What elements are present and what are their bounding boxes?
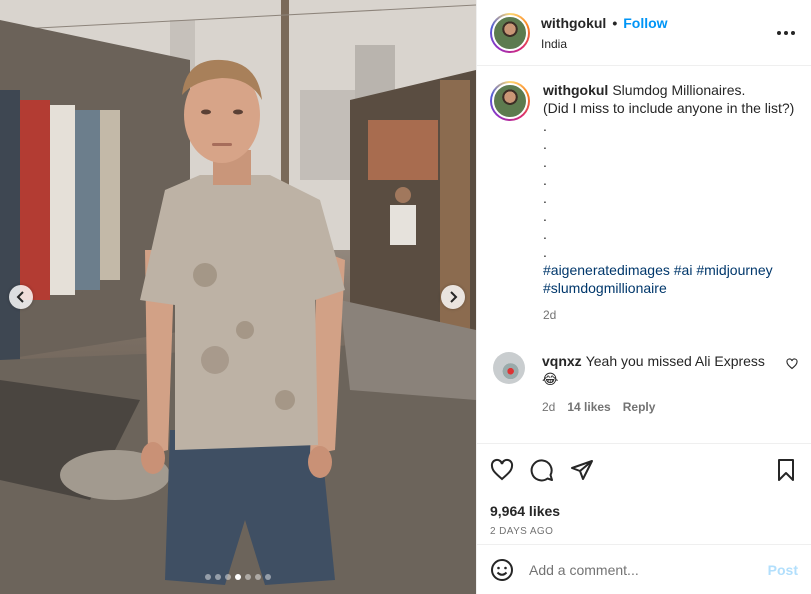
comment-input[interactable] <box>529 561 768 578</box>
post-date: 2 DAYS AGO <box>490 526 554 537</box>
follow-button[interactable]: Follow <box>623 15 667 31</box>
comment-reply-button[interactable]: Reply <box>623 398 656 416</box>
carousel-dot <box>235 574 241 580</box>
caption-dot-line: . <box>543 154 547 170</box>
caption-avatar[interactable] <box>490 81 530 121</box>
carousel-dot <box>245 574 251 580</box>
post-actions: 9,964 likes 2 DAYS AGO <box>477 443 811 537</box>
more-icon <box>777 30 795 35</box>
comment-icon[interactable] <box>530 458 554 482</box>
location-link[interactable]: India <box>541 37 774 51</box>
chevron-left-icon <box>16 291 24 303</box>
comment-composer: Post <box>477 544 811 594</box>
carousel-next-button[interactable] <box>441 285 465 309</box>
caption-dot-line: . <box>543 190 547 206</box>
comment-item: vqnxz Yeah you missed Ali Express 😂 2d 14… <box>490 352 798 416</box>
caption-dot-line: . <box>543 244 547 260</box>
bookmark-icon[interactable] <box>774 458 798 482</box>
hashtag-link[interactable]: #aigeneratedimages <box>543 262 670 278</box>
caption-username[interactable]: withgokul <box>543 82 608 98</box>
caption-timestamp[interactable]: 2d <box>543 306 798 324</box>
carousel-dot <box>225 574 231 580</box>
comment-username[interactable]: vqnxz <box>542 353 582 369</box>
carousel-dot <box>265 574 271 580</box>
avatar[interactable] <box>490 12 530 53</box>
header-username[interactable]: withgokul <box>541 15 606 31</box>
caption-text: Slumdog Millionaires. <box>612 82 746 98</box>
likes-count[interactable]: 9,964 likes <box>490 503 798 519</box>
hashtag-link[interactable]: #ai <box>674 262 693 278</box>
comment-text: Yeah you missed Ali Express <box>585 353 765 369</box>
post-image[interactable] <box>0 0 476 594</box>
heart-icon[interactable] <box>490 458 514 482</box>
comment-emoji: 😂 <box>542 371 559 387</box>
more-options-button[interactable] <box>774 21 798 45</box>
carousel-dot <box>215 574 221 580</box>
caption-dots: ........ <box>543 117 798 261</box>
caption-hashtags: #aigeneratedimages #ai #midjourney #slum… <box>543 261 798 297</box>
comment-likes[interactable]: 14 likes <box>567 398 610 416</box>
caption-text-line2: (Did I miss to include anyone in the lis… <box>543 100 795 116</box>
comments-section[interactable]: withgokul Slumdog Millionaires. (Did I mi… <box>477 67 811 443</box>
hashtag-link[interactable]: #midjourney <box>696 262 772 278</box>
carousel-indicator <box>0 574 476 580</box>
comment-avatar[interactable] <box>493 352 525 384</box>
comment-heart-icon[interactable] <box>786 358 798 370</box>
instagram-post: withgokul • Follow India withgokul Slumdo… <box>0 0 811 594</box>
caption-dot-line: . <box>543 118 547 134</box>
hashtag-link[interactable]: #slumdogmillionaire <box>543 280 667 296</box>
post-header: withgokul • Follow India <box>477 0 811 66</box>
carousel-prev-button[interactable] <box>9 285 33 309</box>
post-comment-button[interactable]: Post <box>768 562 798 578</box>
carousel-dot <box>205 574 211 580</box>
emoji-icon[interactable] <box>490 558 514 582</box>
post-sidebar: withgokul • Follow India withgokul Slumdo… <box>476 0 811 594</box>
carousel-dot <box>255 574 261 580</box>
share-icon[interactable] <box>570 458 594 482</box>
caption-dot-line: . <box>543 226 547 242</box>
caption-dot-line: . <box>543 172 547 188</box>
separator: • <box>612 14 618 31</box>
caption: withgokul Slumdog Millionaires. (Did I mi… <box>490 81 798 324</box>
comment-timestamp[interactable]: 2d <box>542 398 555 416</box>
caption-dot-line: . <box>543 208 547 224</box>
caption-dot-line: . <box>543 136 547 152</box>
chevron-right-icon <box>450 291 458 303</box>
post-photo <box>0 0 476 594</box>
